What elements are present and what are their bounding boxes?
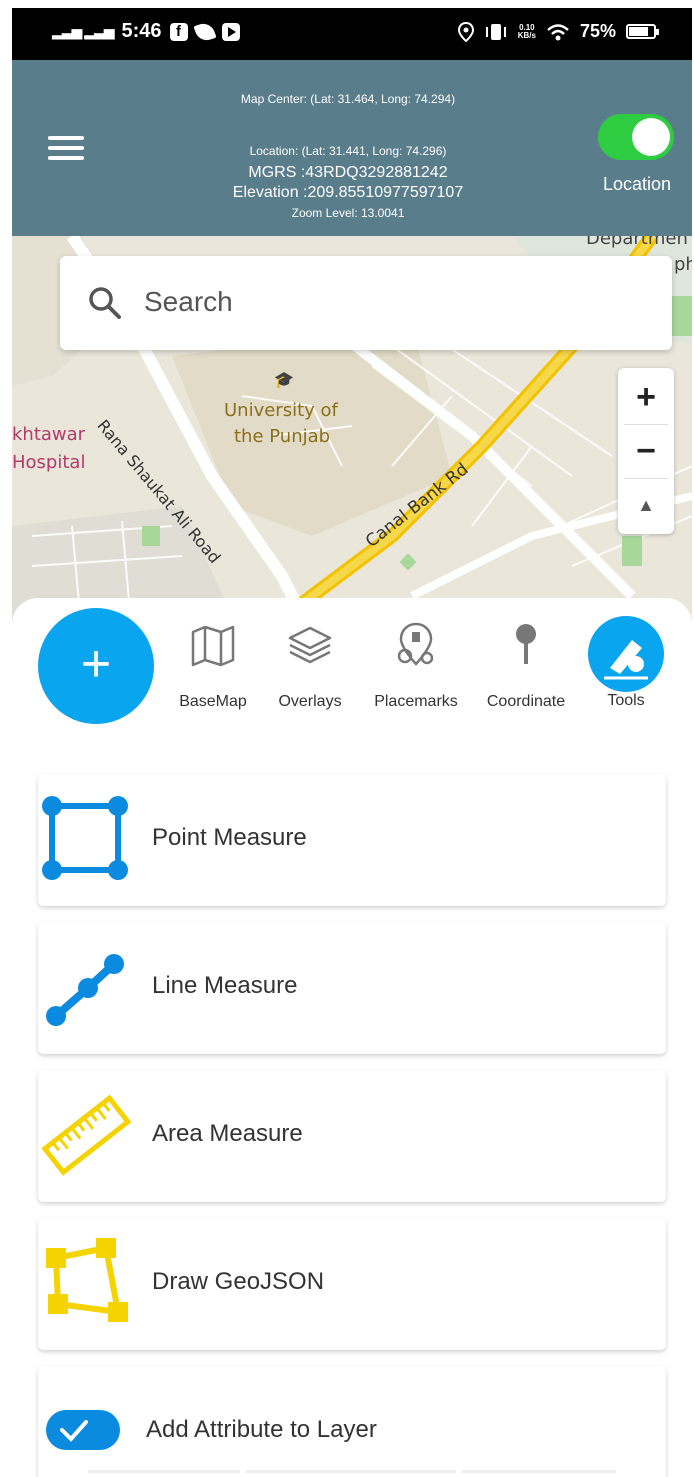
facebook-icon: f bbox=[169, 22, 188, 41]
tools-icon-circle[interactable] bbox=[588, 616, 664, 692]
status-left: ▂▃▅ ▂▃▅ 5:46 f bbox=[52, 19, 240, 44]
tab-placemarks[interactable]: Placemarks bbox=[366, 620, 466, 711]
tab-label: Tools bbox=[607, 692, 645, 709]
university-icon: 🎓 bbox=[274, 370, 294, 389]
map-controls: + − ▲ bbox=[618, 368, 674, 534]
checkbox-toggle-icon bbox=[46, 1410, 120, 1450]
vibrate-icon bbox=[485, 23, 506, 40]
map-label-department: Departmen bbox=[586, 236, 688, 249]
youtube-icon bbox=[221, 22, 240, 41]
tab-label: Coordinate bbox=[486, 693, 566, 710]
tab-basemap[interactable]: BaseMap bbox=[174, 620, 252, 711]
square-points-icon bbox=[42, 796, 128, 880]
tab-label: BaseMap bbox=[179, 693, 247, 710]
tool-add-attribute[interactable]: Add Attribute to Layer bbox=[38, 1366, 666, 1477]
battery-icon bbox=[626, 24, 659, 39]
location-toggle[interactable] bbox=[598, 114, 674, 160]
leaf-app-icon bbox=[192, 19, 217, 44]
tool-area-measure[interactable]: Area Measure bbox=[38, 1070, 666, 1202]
search-icon bbox=[89, 287, 121, 319]
tab-overlays[interactable]: Overlays bbox=[272, 620, 348, 711]
tool-label: Line Measure bbox=[152, 972, 298, 999]
net-speed: 0.10 KB/s bbox=[517, 22, 536, 40]
signal-icon: ▂▃▅ ▂▃▅ bbox=[52, 23, 114, 39]
map-icon bbox=[191, 625, 235, 667]
location-icon bbox=[457, 21, 474, 42]
battery-percent: 75% bbox=[579, 21, 616, 41]
tool-label: Point Measure bbox=[152, 824, 307, 851]
tab-label: Overlays bbox=[278, 693, 342, 710]
pin-icon bbox=[516, 624, 536, 664]
tool-point-measure[interactable]: Point Measure bbox=[38, 774, 666, 906]
location-toggle-label: Location bbox=[602, 174, 672, 194]
tool-label: Add Attribute to Layer bbox=[146, 1416, 377, 1443]
tool-label: Area Measure bbox=[152, 1120, 303, 1147]
divider bbox=[88, 1470, 240, 1473]
tab-coordinate[interactable]: Coordinate bbox=[480, 620, 572, 711]
map-label-hospital-2: Hospital bbox=[12, 452, 86, 473]
line-measure-icon bbox=[46, 954, 124, 1026]
tools-icon bbox=[604, 640, 648, 680]
elevation-text: Elevation :209.85510977597107 bbox=[232, 184, 464, 201]
status-bar: ▂▃▅ ▂▃▅ 5:46 f 0.10 KB/s 75% bbox=[12, 8, 692, 60]
search-input[interactable]: Search bbox=[144, 286, 233, 318]
divider bbox=[246, 1470, 456, 1473]
tool-line-measure[interactable]: Line Measure bbox=[38, 922, 666, 1054]
mgrs-text: MGRS :43RDQ3292881242 bbox=[248, 164, 448, 181]
layers-icon bbox=[288, 626, 332, 664]
search-bar[interactable]: Search bbox=[60, 256, 672, 350]
placemarks-icon bbox=[397, 622, 434, 666]
location-text: Location: (Lat: 31.441, Long: 74.296) bbox=[249, 144, 447, 158]
ruler-icon bbox=[41, 1094, 132, 1176]
app-header: Map Center: (Lat: 31.464, Long: 74.294) … bbox=[12, 60, 692, 236]
divider bbox=[462, 1470, 616, 1473]
map-label-hospital: khtawar bbox=[12, 424, 86, 445]
map-label-dept-2: ph bbox=[674, 254, 692, 275]
tab-tools[interactable]: Tools bbox=[596, 692, 656, 710]
polygon-icon bbox=[46, 1238, 128, 1322]
zoom-out-button[interactable]: − bbox=[618, 424, 674, 478]
compass-button[interactable]: ▲ bbox=[618, 478, 674, 532]
zoom-in-button[interactable]: + bbox=[618, 370, 674, 424]
map-center-text: Map Center: (Lat: 31.464, Long: 74.294) bbox=[240, 92, 456, 106]
add-fab-button[interactable]: + bbox=[38, 608, 154, 724]
status-right: 0.10 KB/s 75% bbox=[457, 21, 659, 42]
map-label-university: University of bbox=[224, 400, 338, 421]
tool-label: Draw GeoJSON bbox=[152, 1268, 325, 1295]
zoom-level-text: Zoom Level: 13.0041 bbox=[291, 206, 405, 220]
status-time: 5:46 bbox=[121, 20, 162, 42]
wifi-icon bbox=[547, 23, 569, 40]
tool-draw-geojson[interactable]: Draw GeoJSON bbox=[38, 1218, 666, 1350]
map-label-university-2: the Punjab bbox=[234, 426, 331, 447]
tab-label: Placemarks bbox=[374, 693, 458, 710]
